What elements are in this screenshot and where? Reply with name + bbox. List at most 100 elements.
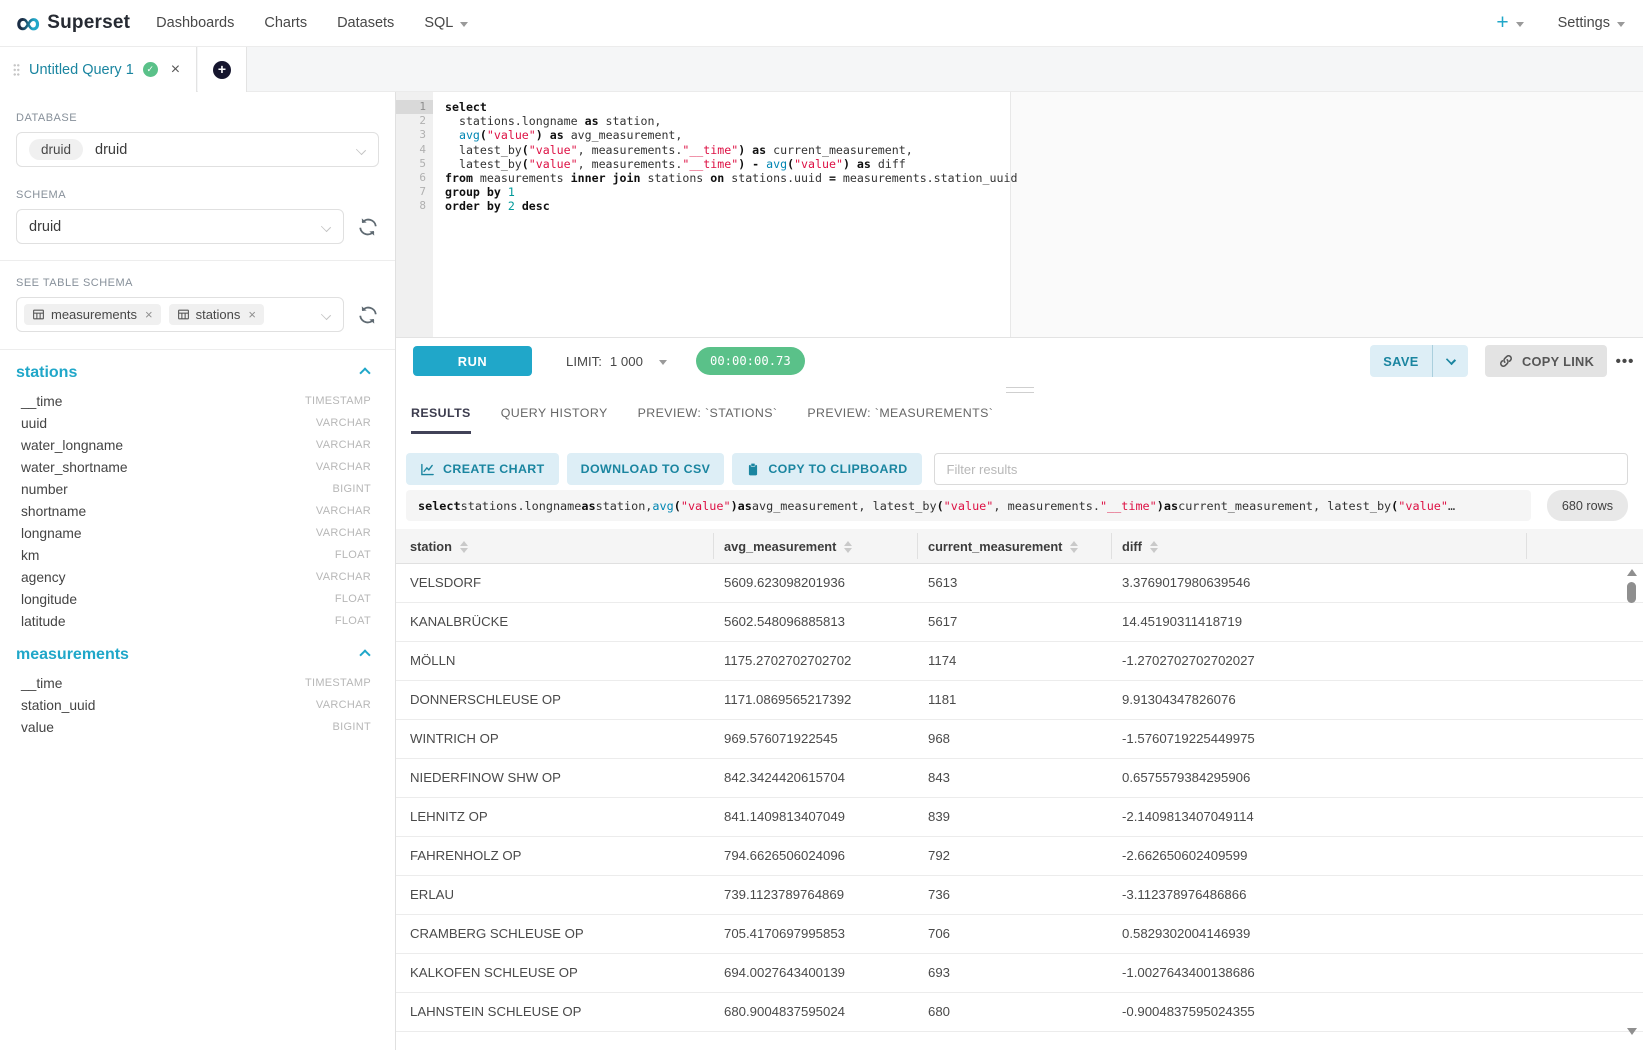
column-name: shortname [21,504,86,519]
remove-table-icon[interactable]: × [248,307,256,322]
sort-icon[interactable] [460,541,468,553]
save-options-button[interactable] [1433,345,1468,377]
tab-preview-stations[interactable]: PREVIEW: `STATIONS` [638,406,778,434]
schema-select[interactable]: druid [16,209,344,244]
table-cell: -2.662650602409599 [1122,837,1247,875]
schema-label: SCHEMA [16,189,379,201]
chevron-down-icon [356,145,366,155]
table-row[interactable]: WINTRICH OP969.576071922545968-1.5760719… [396,720,1643,759]
table-row[interactable]: LAHNSTEIN SCHLEUSE OP680.900483759502468… [396,993,1643,1032]
query-preview-row: select stations.longname as station, avg… [406,490,1628,521]
table-row[interactable]: CRAMBERG SCHLEUSE OP705.4170697995853706… [396,915,1643,954]
superset-logo[interactable]: ∞ Superset [16,8,130,38]
download-csv-label: DOWNLOAD TO CSV [581,462,711,476]
schema-table-header-measurements[interactable]: measurements [16,646,379,664]
table-pill-stations[interactable]: stations × [169,304,264,325]
schema-column-row: water_longnameVARCHAR [16,434,379,456]
create-chart-button[interactable]: CREATE CHART [406,453,559,485]
database-select[interactable]: druid druid [16,132,379,167]
table-cell: LAHNSTEIN SCHLEUSE OP [410,993,581,1031]
brand-name: Superset [47,12,130,34]
editor-gutter: 12345678 [396,92,433,337]
scrollbar-thumb[interactable] [1627,582,1636,603]
save-button[interactable]: SAVE [1370,345,1432,377]
table-name[interactable]: stations [16,364,77,382]
schema-column-row: water_shortnameVARCHAR [16,456,379,478]
pane-resize-handle-icon[interactable] [1006,387,1034,393]
nav-item-charts[interactable]: Charts [264,15,307,31]
sql-code-editor[interactable]: 12345678 select stations.longname as sta… [396,92,1643,337]
database-value: druid [95,142,127,158]
table-pill-measurements[interactable]: measurements × [24,304,161,325]
results-scrollbar[interactable] [1626,569,1637,1035]
filter-results-input[interactable] [934,453,1628,485]
refresh-schemas-icon[interactable] [357,216,379,238]
table-cell: 694.0027643400139 [724,954,845,992]
chevron-up-icon[interactable] [359,367,370,378]
more-actions-button[interactable]: ••• [1612,350,1638,372]
tab-query-history[interactable]: QUERY HISTORY [501,406,608,434]
copy-link-button[interactable]: COPY LINK [1485,345,1607,377]
table-row[interactable]: VELSDORF5609.62309820193656133.376901798… [396,564,1643,603]
table-row[interactable]: LEHNITZ OP841.1409813407049839-2.1409813… [396,798,1643,837]
column-header-current_measurement[interactable]: current_measurement [928,529,1078,564]
table-name[interactable]: measurements [16,646,129,664]
download-csv-button[interactable]: DOWNLOAD TO CSV [567,453,725,485]
column-header-diff[interactable]: diff [1122,529,1158,564]
scroll-down-icon[interactable] [1627,1028,1637,1035]
table-row[interactable]: KALKOFEN SCHLEUSE OP694.0027643400139693… [396,954,1643,993]
column-header-avg_measurement[interactable]: avg_measurement [724,529,852,564]
chevron-up-icon[interactable] [359,649,370,660]
schema-table-header-stations[interactable]: stations [16,364,379,382]
nav-item-sql[interactable]: SQL [424,15,468,31]
query-tab[interactable]: Untitled Query 1 ✓ × [0,47,197,92]
settings-menu[interactable]: Settings [1558,15,1625,31]
nav-item-datasets[interactable]: Datasets [337,15,394,31]
line-number: 8 [396,199,433,213]
header-divider [1526,533,1527,559]
line-number: 1 [396,100,433,114]
sql-editor-panel: 12345678 select stations.longname as sta… [396,92,1643,1050]
table-row[interactable]: MÖLLN1175.27027027027021174-1.2702702702… [396,642,1643,681]
scroll-up-icon[interactable] [1627,569,1637,576]
table-cell: 0.6575579384295906 [1122,759,1250,797]
table-cell: -1.5760719225449975 [1122,720,1255,758]
refresh-tables-icon[interactable] [357,304,379,326]
sort-icon[interactable] [1150,541,1158,553]
query-timer-badge: 00:00:00.73 [696,347,805,375]
new-item-menu[interactable]: + [1496,13,1523,33]
column-type: BIGINT [333,721,379,733]
copy-to-clipboard-button[interactable]: COPY TO CLIPBOARD [732,453,921,485]
close-tab-icon[interactable]: × [171,63,180,77]
remove-table-icon[interactable]: × [145,307,153,322]
table-cell: -2.1409813407049114 [1122,798,1254,836]
schema-column-row: __timeTIMESTAMP [16,390,379,412]
table-row[interactable]: FAHRENHOLZ OP794.6626506024096792-2.6626… [396,837,1643,876]
editor-code[interactable]: select stations.longname as station, avg… [445,100,1643,214]
table-schema-list: stations__timeTIMESTAMPuuidVARCHARwater_… [16,364,379,738]
line-number: 2 [396,114,433,128]
table-cell: 9.91304347826076 [1122,681,1236,719]
table-cell: 706 [928,915,950,953]
nav-item-dashboards[interactable]: Dashboards [156,15,234,31]
tab-preview-measurements[interactable]: PREVIEW: `MEASUREMENTS` [807,406,993,434]
table-cell: 5613 [928,564,957,602]
query-tab-title[interactable]: Untitled Query 1 [29,62,134,78]
table-select[interactable]: measurements × stations × [16,297,344,332]
tab-results[interactable]: RESULTS [411,406,471,434]
run-button[interactable]: RUN [413,346,532,376]
new-tab-button[interactable]: + [213,61,231,79]
table-cell: MÖLLN [410,642,455,680]
sort-icon[interactable] [844,541,852,553]
limit-dropdown[interactable]: LIMIT: 1 000 [566,338,667,384]
table-cell: 792 [928,837,950,875]
chevron-down-icon [460,22,468,27]
drag-handle-icon[interactable] [13,63,20,77]
table-row[interactable]: DONNERSCHLEUSE OP1171.086956521739211819… [396,681,1643,720]
sort-icon[interactable] [1070,541,1078,553]
table-row[interactable]: KANALBRÜCKE5602.548096885813561714.45190… [396,603,1643,642]
table-row[interactable]: ERLAU739.1123789764869736-3.112378976486… [396,876,1643,915]
column-name: longname [21,526,82,541]
table-row[interactable]: NIEDERFINOW SHW OP842.34244206157048430.… [396,759,1643,798]
column-header-station[interactable]: station [410,529,468,564]
